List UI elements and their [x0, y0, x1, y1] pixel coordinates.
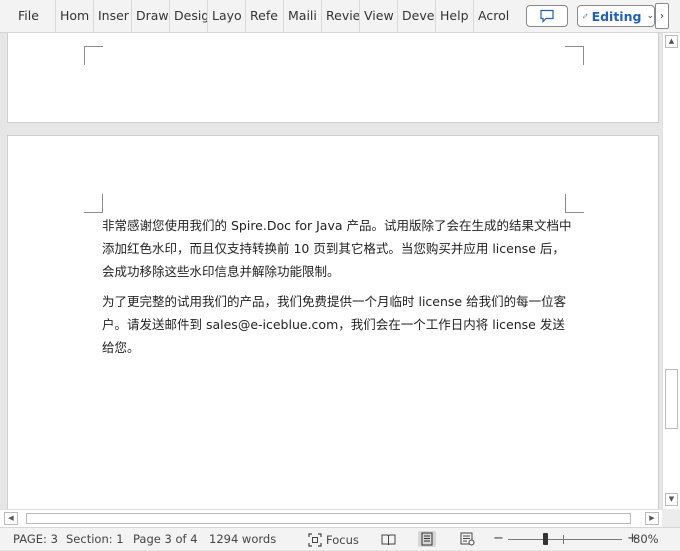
vertical-scrollbar[interactable]: ▲ ▼ — [662, 33, 680, 509]
focus-icon — [308, 532, 322, 547]
tab-view[interactable]: View — [360, 0, 398, 32]
status-page[interactable]: PAGE: 3 — [13, 528, 58, 551]
tab-help[interactable]: Help — [436, 0, 474, 32]
editing-mode-button[interactable]: Editing ⌄ — [577, 5, 655, 27]
chevron-down-icon: ⌄ — [646, 11, 654, 21]
tab-mailings[interactable]: Maili — [284, 0, 322, 32]
book-icon — [381, 534, 395, 545]
tab-layout[interactable]: Layo — [208, 0, 246, 32]
document-page-previous — [7, 33, 659, 123]
web-layout-icon — [460, 532, 474, 546]
tab-references[interactable]: Refe — [246, 0, 284, 32]
tab-insert[interactable]: Inser — [94, 0, 132, 32]
focus-label: Focus — [326, 532, 359, 547]
horizontal-scrollbar[interactable]: ◀ ▶ — [0, 509, 662, 527]
margin-corner-mark — [84, 46, 103, 65]
tab-file[interactable]: File — [0, 0, 56, 32]
scroll-left-button[interactable]: ◀ — [4, 512, 18, 525]
ribbon-tabs: File Hom Inser Draw Desig Layo Refe Mail… — [0, 0, 512, 32]
status-page-count[interactable]: Page 3 of 4 — [133, 528, 198, 551]
ribbon-tab-bar: File Hom Inser Draw Desig Layo Refe Mail… — [0, 0, 680, 33]
margin-corner-mark — [565, 46, 584, 65]
comments-button[interactable] — [526, 5, 568, 27]
scroll-down-button[interactable]: ▼ — [665, 493, 678, 506]
document-page-current[interactable]: 非常感谢您使用我们的 Spire.Doc for Java 产品。试用版除了会在… — [7, 135, 659, 509]
comment-icon — [540, 9, 554, 23]
status-word-count[interactable]: 1294 words — [209, 528, 276, 551]
print-layout-button[interactable] — [418, 531, 436, 547]
zoom-slider[interactable] — [508, 539, 622, 540]
margin-corner-mark — [84, 194, 103, 213]
scroll-right-button[interactable]: ▶ — [645, 512, 659, 525]
editing-label: Editing — [591, 8, 642, 24]
tab-draw[interactable]: Draw — [132, 0, 170, 32]
tab-design[interactable]: Desig — [170, 0, 208, 32]
tab-acrobat[interactable]: Acrol — [474, 0, 512, 32]
vertical-scroll-thumb[interactable] — [665, 369, 678, 429]
chevron-right-icon: › — [660, 10, 664, 22]
document-body[interactable]: 非常感谢您使用我们的 Spire.Doc for Java 产品。试用版除了会在… — [102, 214, 572, 366]
read-mode-button[interactable] — [379, 531, 397, 547]
horizontal-scroll-thumb[interactable] — [26, 513, 631, 524]
tab-review[interactable]: Revie — [322, 0, 360, 32]
document-canvas[interactable]: 非常感谢您使用我们的 Spire.Doc for Java 产品。试用版除了会在… — [0, 33, 662, 509]
status-bar: PAGE: 3 Section: 1 Page 3 of 4 1294 word… — [0, 527, 680, 550]
document-paragraph[interactable]: 非常感谢您使用我们的 Spire.Doc for Java 产品。试用版除了会在… — [102, 214, 572, 283]
zoom-slider-center-mark — [563, 535, 564, 544]
margin-corner-mark — [565, 194, 584, 213]
scrollbar-corner — [662, 509, 680, 527]
scroll-up-button[interactable]: ▲ — [665, 35, 678, 48]
zoom-level[interactable]: 80% — [633, 528, 659, 551]
page-layout-icon — [421, 532, 433, 546]
zoom-slider-thumb[interactable] — [543, 533, 548, 545]
document-paragraph[interactable]: 为了更完整的试用我们的产品，我们免费提供一个月临时 license 给我们的每一… — [102, 290, 572, 359]
tab-developer[interactable]: Deve — [398, 0, 436, 32]
tab-home[interactable]: Hom — [56, 0, 94, 32]
web-layout-button[interactable] — [458, 531, 476, 547]
ribbon-more-button[interactable]: › — [655, 3, 669, 29]
focus-button[interactable]: Focus — [308, 528, 359, 551]
zoom-out-button[interactable]: − — [493, 528, 504, 551]
status-section[interactable]: Section: 1 — [66, 528, 124, 551]
pencil-icon — [582, 13, 588, 19]
